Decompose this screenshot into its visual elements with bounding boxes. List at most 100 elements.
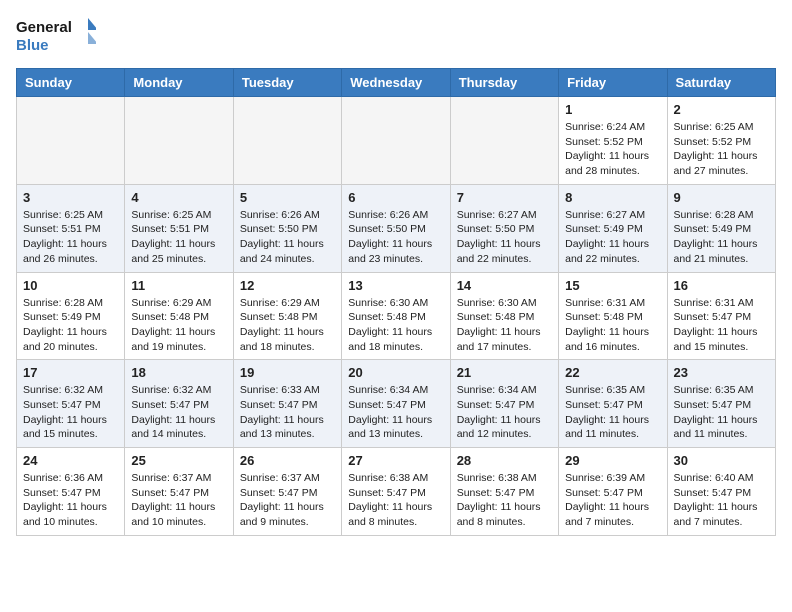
weekday-header-friday: Friday bbox=[559, 69, 667, 97]
calendar-cell: 15 Sunrise: 6:31 AMSunset: 5:48 PMDayligh… bbox=[559, 272, 667, 360]
day-info: Sunrise: 6:33 AMSunset: 5:47 PMDaylight:… bbox=[240, 383, 335, 442]
week-row-5: 24 Sunrise: 6:36 AMSunset: 5:47 PMDayligh… bbox=[17, 448, 776, 536]
calendar-cell: 13 Sunrise: 6:30 AMSunset: 5:48 PMDayligh… bbox=[342, 272, 450, 360]
day-info: Sunrise: 6:29 AMSunset: 5:48 PMDaylight:… bbox=[131, 296, 226, 355]
day-number: 25 bbox=[131, 453, 226, 468]
day-info: Sunrise: 6:37 AMSunset: 5:47 PMDaylight:… bbox=[131, 471, 226, 530]
day-info: Sunrise: 6:30 AMSunset: 5:48 PMDaylight:… bbox=[348, 296, 443, 355]
calendar-cell bbox=[342, 97, 450, 185]
day-info: Sunrise: 6:27 AMSunset: 5:49 PMDaylight:… bbox=[565, 208, 660, 267]
weekday-header-row: SundayMondayTuesdayWednesdayThursdayFrid… bbox=[17, 69, 776, 97]
day-info: Sunrise: 6:35 AMSunset: 5:47 PMDaylight:… bbox=[674, 383, 769, 442]
calendar-cell: 23 Sunrise: 6:35 AMSunset: 5:47 PMDayligh… bbox=[667, 360, 775, 448]
day-info: Sunrise: 6:29 AMSunset: 5:48 PMDaylight:… bbox=[240, 296, 335, 355]
day-info: Sunrise: 6:25 AMSunset: 5:52 PMDaylight:… bbox=[674, 120, 769, 179]
day-number: 27 bbox=[348, 453, 443, 468]
day-info: Sunrise: 6:38 AMSunset: 5:47 PMDaylight:… bbox=[348, 471, 443, 530]
logo-icon: General Blue bbox=[16, 16, 96, 58]
day-number: 17 bbox=[23, 365, 118, 380]
day-number: 23 bbox=[674, 365, 769, 380]
day-number: 7 bbox=[457, 190, 552, 205]
calendar-table: SundayMondayTuesdayWednesdayThursdayFrid… bbox=[16, 68, 776, 536]
day-number: 12 bbox=[240, 278, 335, 293]
day-info: Sunrise: 6:34 AMSunset: 5:47 PMDaylight:… bbox=[348, 383, 443, 442]
day-info: Sunrise: 6:31 AMSunset: 5:47 PMDaylight:… bbox=[674, 296, 769, 355]
day-number: 16 bbox=[674, 278, 769, 293]
day-number: 6 bbox=[348, 190, 443, 205]
calendar-cell: 17Sunrise: 6:32 AMSunset: 5:47 PMDayligh… bbox=[17, 360, 125, 448]
day-number: 30 bbox=[674, 453, 769, 468]
calendar-cell bbox=[125, 97, 233, 185]
day-info: Sunrise: 6:39 AMSunset: 5:47 PMDaylight:… bbox=[565, 471, 660, 530]
day-number: 14 bbox=[457, 278, 552, 293]
week-row-1: 1Sunrise: 6:24 AMSunset: 5:52 PMDaylight… bbox=[17, 97, 776, 185]
calendar-cell: 20Sunrise: 6:34 AMSunset: 5:47 PMDayligh… bbox=[342, 360, 450, 448]
day-number: 11 bbox=[131, 278, 226, 293]
calendar-cell: 7 Sunrise: 6:27 AMSunset: 5:50 PMDaylight… bbox=[450, 184, 558, 272]
calendar-cell: 14Sunrise: 6:30 AMSunset: 5:48 PMDayligh… bbox=[450, 272, 558, 360]
day-info: Sunrise: 6:31 AMSunset: 5:48 PMDaylight:… bbox=[565, 296, 660, 355]
day-number: 5 bbox=[240, 190, 335, 205]
day-info: Sunrise: 6:28 AMSunset: 5:49 PMDaylight:… bbox=[23, 296, 118, 355]
calendar-cell: 26 Sunrise: 6:37 AMSunset: 5:47 PMDayligh… bbox=[233, 448, 341, 536]
week-row-2: 3 Sunrise: 6:25 AMSunset: 5:51 PMDaylight… bbox=[17, 184, 776, 272]
calendar-cell bbox=[233, 97, 341, 185]
day-number: 10 bbox=[23, 278, 118, 293]
calendar-cell bbox=[450, 97, 558, 185]
day-number: 19 bbox=[240, 365, 335, 380]
day-info: Sunrise: 6:24 AMSunset: 5:52 PMDaylight:… bbox=[565, 120, 660, 179]
calendar-cell: 19 Sunrise: 6:33 AMSunset: 5:47 PMDayligh… bbox=[233, 360, 341, 448]
calendar-cell: 30 Sunrise: 6:40 AMSunset: 5:47 PMDayligh… bbox=[667, 448, 775, 536]
weekday-header-monday: Monday bbox=[125, 69, 233, 97]
calendar-cell: 11 Sunrise: 6:29 AMSunset: 5:48 PMDayligh… bbox=[125, 272, 233, 360]
calendar-cell: 16 Sunrise: 6:31 AMSunset: 5:47 PMDayligh… bbox=[667, 272, 775, 360]
day-number: 4 bbox=[131, 190, 226, 205]
week-row-3: 10 Sunrise: 6:28 AMSunset: 5:49 PMDayligh… bbox=[17, 272, 776, 360]
svg-text:General: General bbox=[16, 19, 72, 36]
week-row-4: 17Sunrise: 6:32 AMSunset: 5:47 PMDayligh… bbox=[17, 360, 776, 448]
calendar-cell: 2 Sunrise: 6:25 AMSunset: 5:52 PMDaylight… bbox=[667, 97, 775, 185]
calendar-cell: 5 Sunrise: 6:26 AMSunset: 5:50 PMDaylight… bbox=[233, 184, 341, 272]
calendar-cell: 8 Sunrise: 6:27 AMSunset: 5:49 PMDaylight… bbox=[559, 184, 667, 272]
day-info: Sunrise: 6:26 AMSunset: 5:50 PMDaylight:… bbox=[240, 208, 335, 267]
day-number: 3 bbox=[23, 190, 118, 205]
calendar-cell: 24 Sunrise: 6:36 AMSunset: 5:47 PMDayligh… bbox=[17, 448, 125, 536]
calendar-cell: 10 Sunrise: 6:28 AMSunset: 5:49 PMDayligh… bbox=[17, 272, 125, 360]
calendar-cell: 25 Sunrise: 6:37 AMSunset: 5:47 PMDayligh… bbox=[125, 448, 233, 536]
day-number: 24 bbox=[23, 453, 118, 468]
day-info: Sunrise: 6:36 AMSunset: 5:47 PMDaylight:… bbox=[23, 471, 118, 530]
svg-text:Blue: Blue bbox=[16, 37, 49, 54]
day-number: 13 bbox=[348, 278, 443, 293]
day-number: 8 bbox=[565, 190, 660, 205]
day-number: 18 bbox=[131, 365, 226, 380]
day-info: Sunrise: 6:40 AMSunset: 5:47 PMDaylight:… bbox=[674, 471, 769, 530]
calendar-cell: 27 Sunrise: 6:38 AMSunset: 5:47 PMDayligh… bbox=[342, 448, 450, 536]
day-number: 28 bbox=[457, 453, 552, 468]
weekday-header-sunday: Sunday bbox=[17, 69, 125, 97]
day-number: 15 bbox=[565, 278, 660, 293]
page-header: General Blue bbox=[16, 16, 776, 58]
weekday-header-thursday: Thursday bbox=[450, 69, 558, 97]
logo: General Blue bbox=[16, 16, 96, 58]
calendar-cell: 1Sunrise: 6:24 AMSunset: 5:52 PMDaylight… bbox=[559, 97, 667, 185]
day-info: Sunrise: 6:27 AMSunset: 5:50 PMDaylight:… bbox=[457, 208, 552, 267]
day-number: 29 bbox=[565, 453, 660, 468]
calendar-cell: 3Sunrise: 6:25 AMSunset: 5:51 PMDaylight… bbox=[17, 184, 125, 272]
calendar-cell: 6Sunrise: 6:26 AMSunset: 5:50 PMDaylight… bbox=[342, 184, 450, 272]
calendar-cell: 12 Sunrise: 6:29 AMSunset: 5:48 PMDayligh… bbox=[233, 272, 341, 360]
weekday-header-saturday: Saturday bbox=[667, 69, 775, 97]
day-number: 21 bbox=[457, 365, 552, 380]
day-info: Sunrise: 6:37 AMSunset: 5:47 PMDaylight:… bbox=[240, 471, 335, 530]
day-number: 9 bbox=[674, 190, 769, 205]
calendar-cell bbox=[17, 97, 125, 185]
calendar-cell: 22Sunrise: 6:35 AMSunset: 5:47 PMDayligh… bbox=[559, 360, 667, 448]
day-info: Sunrise: 6:25 AMSunset: 5:51 PMDaylight:… bbox=[131, 208, 226, 267]
day-number: 26 bbox=[240, 453, 335, 468]
calendar-cell: 28Sunrise: 6:38 AMSunset: 5:47 PMDayligh… bbox=[450, 448, 558, 536]
day-number: 22 bbox=[565, 365, 660, 380]
calendar-cell: 9Sunrise: 6:28 AMSunset: 5:49 PMDaylight… bbox=[667, 184, 775, 272]
weekday-header-wednesday: Wednesday bbox=[342, 69, 450, 97]
weekday-header-tuesday: Tuesday bbox=[233, 69, 341, 97]
day-number: 2 bbox=[674, 102, 769, 117]
calendar-cell: 18Sunrise: 6:32 AMSunset: 5:47 PMDayligh… bbox=[125, 360, 233, 448]
